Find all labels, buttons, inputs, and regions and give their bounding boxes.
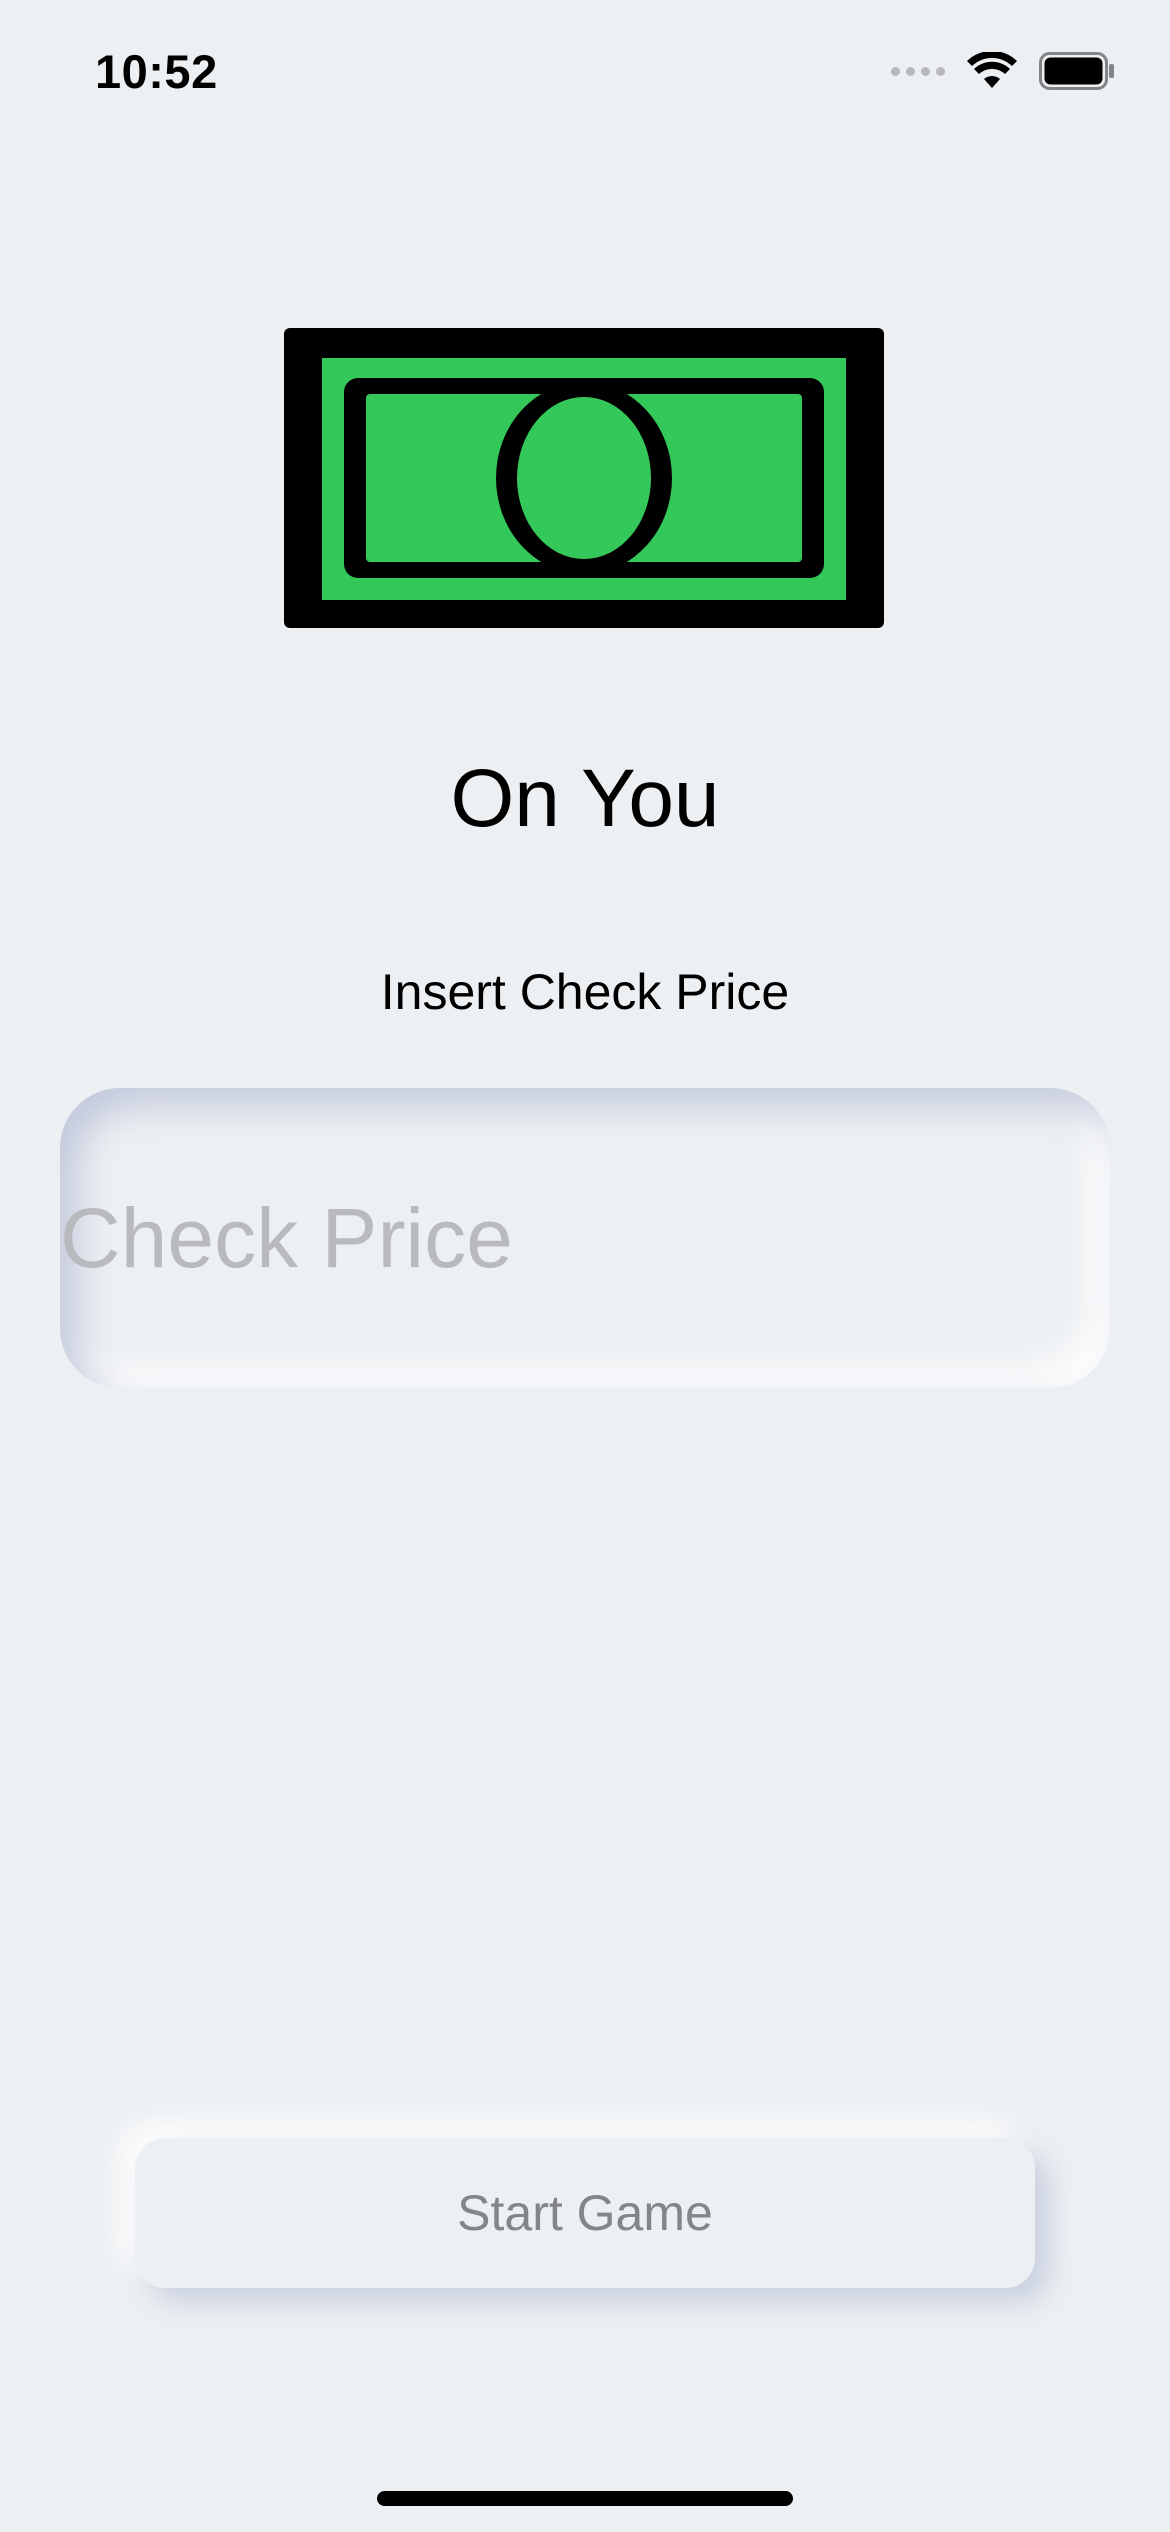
home-indicator[interactable] <box>377 2491 793 2506</box>
start-game-button[interactable]: Start Game <box>135 2138 1035 2288</box>
status-bar: 10:52 <box>0 0 1170 150</box>
price-prompt-label: Insert Check Price <box>380 964 790 1020</box>
wifi-icon <box>967 52 1017 88</box>
page-title: On You <box>450 753 720 844</box>
cellular-signal-icon <box>891 66 945 76</box>
battery-icon <box>1039 52 1114 90</box>
check-price-input[interactable] <box>60 1088 1110 1388</box>
dollar-bill-icon <box>284 328 884 628</box>
start-game-label: Start Game <box>457 2185 713 2241</box>
status-time: 10:52 <box>95 45 218 98</box>
check-price-field[interactable] <box>60 1088 1110 1388</box>
status-icons <box>891 52 1115 90</box>
